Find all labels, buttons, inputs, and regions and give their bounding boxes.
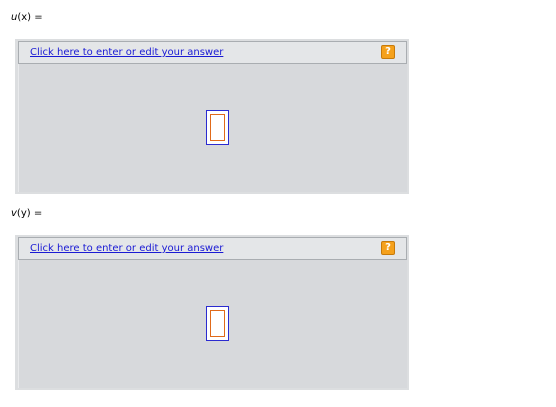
placeholder-cursor-box xyxy=(210,114,225,141)
answer-panel-header: Click here to enter or edit your answer … xyxy=(18,237,407,260)
answer-panel-2: Click here to enter or edit your answer … xyxy=(15,235,409,390)
empty-answer-placeholder[interactable] xyxy=(206,306,229,341)
edit-answer-link[interactable]: Click here to enter or edit your answer xyxy=(30,47,223,58)
function-argument: (y) = xyxy=(16,208,43,219)
answer-editor-area[interactable] xyxy=(18,260,407,388)
question-1-prompt: u(x) = xyxy=(11,12,43,23)
help-icon[interactable]: ? xyxy=(381,45,395,59)
placeholder-cursor-box xyxy=(210,310,225,337)
edit-answer-link[interactable]: Click here to enter or edit your answer xyxy=(30,243,223,254)
question-2-prompt: v(y) = xyxy=(11,208,42,219)
empty-answer-placeholder[interactable] xyxy=(206,110,229,145)
function-argument: (x) = xyxy=(17,12,43,23)
answer-panel-header: Click here to enter or edit your answer … xyxy=(18,41,407,64)
help-icon[interactable]: ? xyxy=(381,241,395,255)
answer-editor-area[interactable] xyxy=(18,64,407,192)
answer-panel-1: Click here to enter or edit your answer … xyxy=(15,39,409,194)
